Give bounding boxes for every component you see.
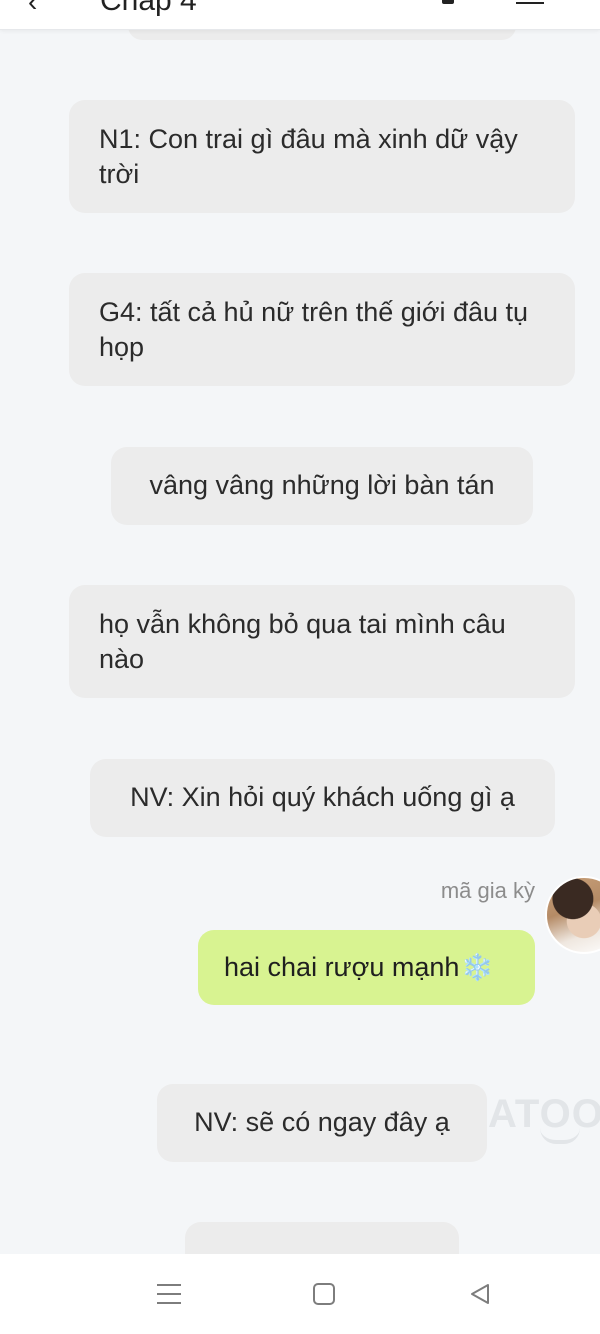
avatar[interactable] — [545, 876, 600, 954]
recent-apps-icon[interactable] — [157, 1284, 181, 1304]
narration-bubble: vâng vâng những lời bàn tán — [111, 447, 533, 525]
sender-name: mã gia kỳ — [440, 878, 535, 903]
chapter-title: Chap 4 — [100, 0, 197, 17]
message-bubble: họ vẫn không bỏ qua tai mình câu nào — [69, 585, 575, 698]
back-arrow-icon[interactable]: ‹ — [28, 0, 37, 18]
bookmark-icon[interactable] — [442, 0, 454, 4]
back-triangle-icon[interactable] — [468, 1282, 492, 1306]
message-text: hai chai rượu mạnh — [224, 952, 460, 982]
message-text: N1: Con trai gì đâu mà xinh dữ vậy trời — [99, 124, 518, 189]
watermark-smile — [540, 1128, 580, 1144]
message-text: vâng vâng những lời bàn tán — [149, 470, 495, 500]
character-message-bubble: hai chai rượu mạnh❄️ — [198, 930, 535, 1005]
message-text: NV: Xin hỏi quý khách uống gì ạ — [130, 782, 515, 812]
snowflake-icon: ❄️ — [461, 952, 494, 982]
message-bubble: NV: sẽ có ngay đây ạ — [157, 1084, 487, 1162]
top-header: ‹ Chap 4 — [0, 0, 600, 30]
message-bubble: N1: Con trai gì đâu mà xinh dữ vậy trời — [69, 100, 575, 213]
menu-icon[interactable] — [516, 0, 544, 4]
home-square-icon[interactable] — [313, 1283, 335, 1305]
message-text: G4: tất cả hủ nữ trên thế giới đâu tụ họ… — [99, 297, 529, 362]
message-bubble: G4: tất cả hủ nữ trên thế giới đâu tụ họ… — [69, 273, 575, 386]
message-text: họ vẫn không bỏ qua tai mình câu nào — [99, 609, 506, 674]
system-nav-bar — [0, 1254, 600, 1334]
message-bubble: NV: Xin hỏi quý khách uống gì ạ — [90, 759, 555, 837]
chat-screen: ‹ Chap 4 N1: Con trai gì đâu mà xinh dữ … — [0, 0, 600, 1334]
message-text: NV: sẽ có ngay đây ạ — [194, 1107, 450, 1137]
